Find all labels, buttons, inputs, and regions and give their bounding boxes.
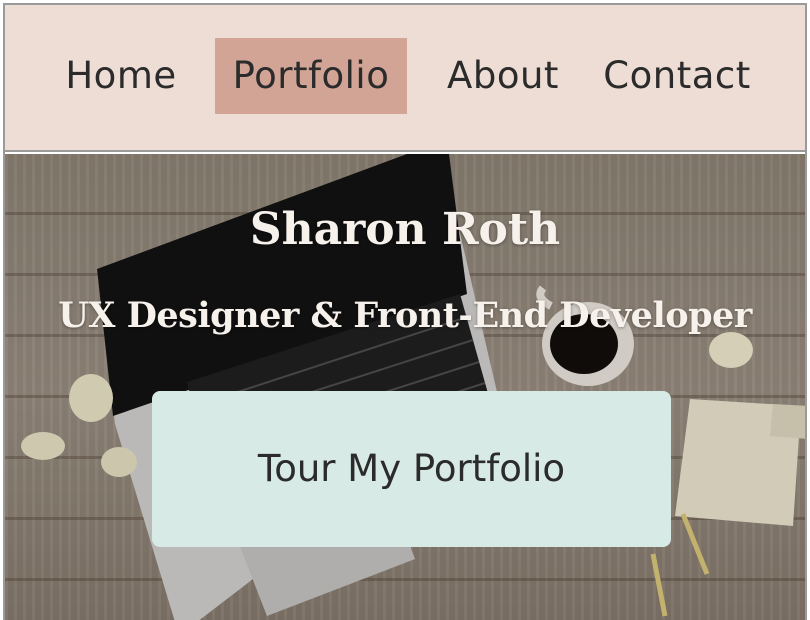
nav-home[interactable]: Home <box>53 38 189 114</box>
nav-contact[interactable]: Contact <box>599 38 755 114</box>
nav-about[interactable]: About <box>437 38 569 114</box>
hero-subtitle: UX Designer & Front-End Developer <box>58 295 752 336</box>
main-nav: Home Portfolio About Contact <box>5 5 805 152</box>
tour-portfolio-button[interactable]: Tour My Portfolio <box>152 391 671 547</box>
nav-portfolio[interactable]: Portfolio <box>215 38 407 114</box>
hero-section: Sharon Roth UX Designer & Front-End Deve… <box>5 154 805 620</box>
hero-title: Sharon Roth <box>249 204 561 255</box>
page-frame: Home Portfolio About Contact Sharon Roth… <box>3 3 807 620</box>
